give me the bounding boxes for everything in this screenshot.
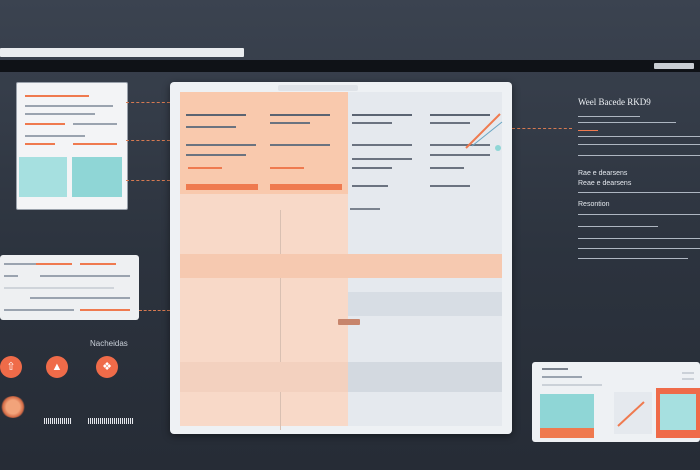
gray-band xyxy=(348,362,502,392)
row-line xyxy=(186,126,236,128)
row-line xyxy=(430,185,470,187)
gray-band xyxy=(348,292,502,316)
pencil-illustration-icon xyxy=(465,113,503,151)
left-window-line xyxy=(25,135,85,137)
menu-search-box[interactable] xyxy=(654,63,694,69)
card-line xyxy=(682,378,694,380)
right-sub1: Rae e dearsens xyxy=(578,170,628,177)
row-line xyxy=(186,114,246,116)
right-rule xyxy=(578,116,640,117)
panel-line xyxy=(40,275,130,277)
right-rule xyxy=(578,155,700,156)
main-window[interactable] xyxy=(170,82,512,434)
row-line xyxy=(430,154,490,156)
left-window-line xyxy=(73,123,117,125)
row-line xyxy=(188,167,222,169)
right-rule xyxy=(578,122,676,123)
panel-line xyxy=(80,309,130,311)
connector xyxy=(126,140,170,141)
panel-line xyxy=(30,297,130,299)
right-rule xyxy=(578,144,700,145)
row-line xyxy=(352,185,388,187)
address-bar[interactable] xyxy=(0,48,244,57)
left-window-line xyxy=(25,95,89,97)
flame-icon[interactable]: ▲ xyxy=(46,356,68,378)
panel-line xyxy=(36,263,72,265)
card-image-block xyxy=(656,388,700,438)
card-line xyxy=(542,376,582,378)
right-rule xyxy=(578,258,688,259)
brand-icon[interactable]: ❖ xyxy=(96,356,118,378)
left-window-line xyxy=(25,105,113,107)
card-chart-area xyxy=(614,392,652,434)
action-button[interactable] xyxy=(186,184,258,190)
row-line xyxy=(270,114,330,116)
row-line xyxy=(270,167,304,169)
right-rule xyxy=(578,226,658,227)
connector xyxy=(126,102,170,103)
right-rule xyxy=(578,192,700,193)
left-window-line xyxy=(25,123,65,125)
row-line xyxy=(352,167,392,169)
row-line xyxy=(186,144,256,146)
right-sub1b: Reae e dearsens xyxy=(578,180,632,187)
flower-icon xyxy=(0,396,26,418)
left-window-line xyxy=(25,143,55,145)
row-line xyxy=(350,208,380,210)
right-rule xyxy=(578,248,700,249)
card-trend-icon xyxy=(617,401,645,427)
row-line xyxy=(270,144,330,146)
right-rule xyxy=(578,214,700,215)
center-badge xyxy=(338,319,360,325)
row-line xyxy=(352,122,392,124)
row-line xyxy=(352,144,412,146)
card-line xyxy=(682,372,694,374)
left-window[interactable] xyxy=(16,82,128,210)
connector xyxy=(126,180,170,181)
preview-card[interactable] xyxy=(532,362,700,442)
card-teal-block xyxy=(540,394,594,428)
action-button[interactable] xyxy=(270,184,342,190)
panel-line xyxy=(4,309,74,311)
row-line xyxy=(352,114,412,116)
barcode-icon xyxy=(88,418,134,424)
left-window-teal-block xyxy=(72,157,122,197)
card-image-inner xyxy=(660,394,696,430)
panel-line xyxy=(80,263,116,265)
menu-strip xyxy=(0,60,700,72)
card-line xyxy=(542,384,602,386)
right-sub2: Resontion xyxy=(578,201,610,208)
card-line xyxy=(542,368,568,370)
panel-line xyxy=(4,287,114,289)
left-window-line xyxy=(25,113,95,115)
connector xyxy=(512,128,572,129)
row-line xyxy=(270,122,310,124)
left-window-teal-block xyxy=(19,157,67,197)
right-rule xyxy=(578,238,700,239)
right-rule xyxy=(578,130,598,131)
left-panel[interactable] xyxy=(0,255,139,320)
left-column-header-panel xyxy=(180,92,348,194)
tools-label: Nacheidas xyxy=(90,339,128,348)
barcode-icon xyxy=(44,418,72,424)
row-line xyxy=(430,167,464,169)
row-line xyxy=(352,158,412,160)
card-orange-block xyxy=(540,428,594,438)
panel-line xyxy=(4,275,18,277)
grid-line xyxy=(280,210,281,430)
row-line xyxy=(186,154,246,156)
arrow-icon[interactable]: ⇧ xyxy=(0,356,22,378)
left-window-line xyxy=(73,143,117,145)
right-rule xyxy=(578,136,700,137)
connector xyxy=(139,310,170,311)
main-window-address[interactable] xyxy=(278,85,358,91)
salmon-band xyxy=(180,254,502,278)
right-title: Weel Bacede RKD9 xyxy=(578,97,651,107)
